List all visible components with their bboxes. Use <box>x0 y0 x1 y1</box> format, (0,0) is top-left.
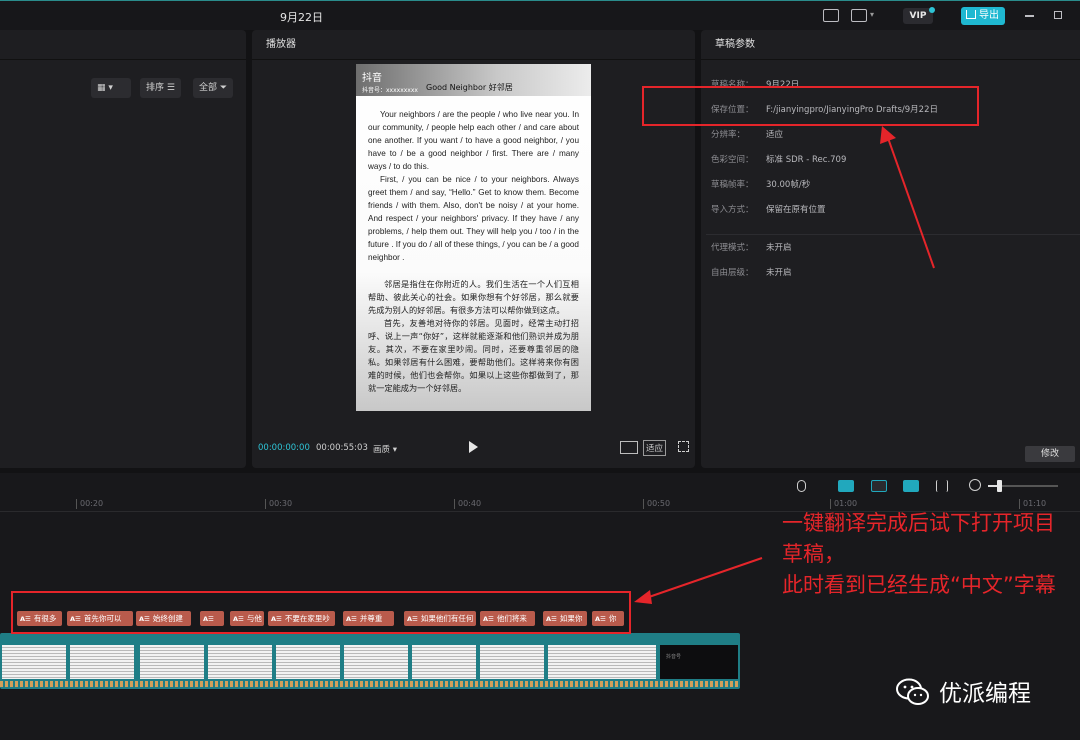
annotation-line-2: 此时看到已经生成“中文”字幕 <box>782 573 1056 597</box>
annotation-arrows <box>634 126 935 604</box>
arrow-line-left <box>645 557 763 599</box>
arrow-head-up <box>880 126 896 144</box>
arrow-head-left <box>634 590 652 604</box>
wechat-icon <box>896 678 929 705</box>
annotation-line-1: 一键翻译完成后试下打开项目草稿， <box>782 511 1055 566</box>
annotation-text: 一键翻译完成后试下打开项目草稿， 此时看到已经生成“中文”字幕 <box>782 508 1072 601</box>
arrow-line-up <box>887 137 935 269</box>
watermark-text: 优派编程 <box>939 681 1031 707</box>
